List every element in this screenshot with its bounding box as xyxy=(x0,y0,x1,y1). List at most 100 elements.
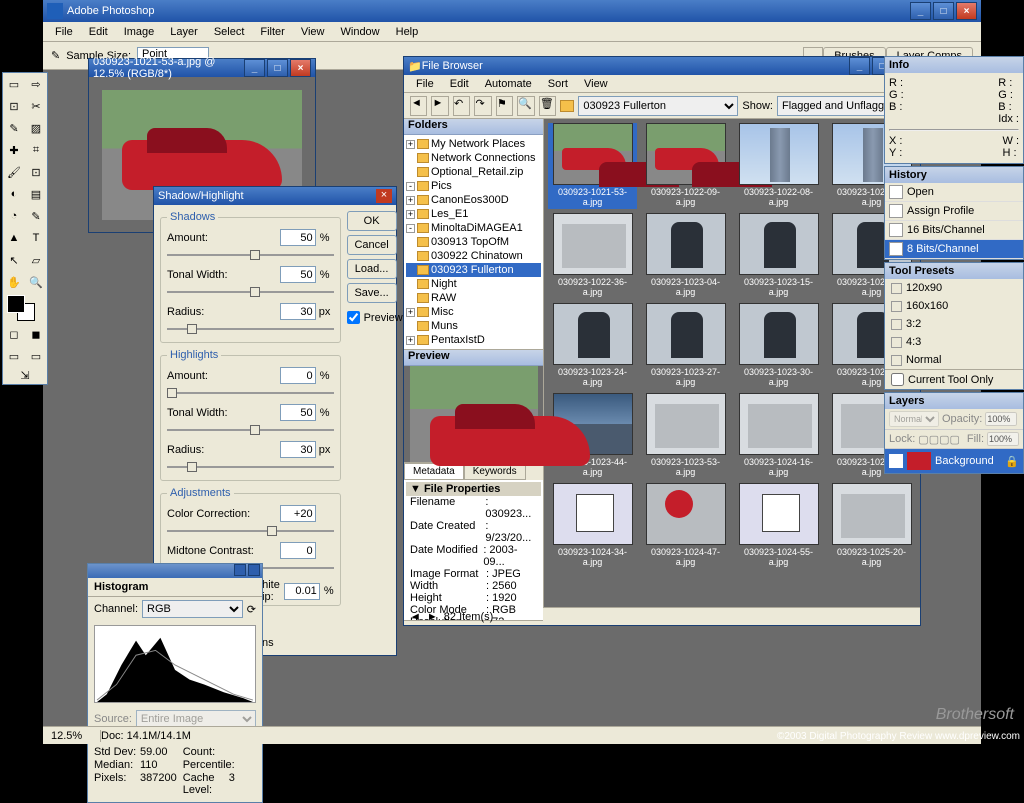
tool-12[interactable]: ◔ xyxy=(3,205,25,227)
color-correction-slider[interactable] xyxy=(167,524,334,538)
history-item[interactable]: 16 Bits/Channel xyxy=(885,221,1023,240)
thumbnail[interactable]: 030923-1022-09-a.jpg xyxy=(641,123,730,209)
fb-search-button[interactable]: 🔍 xyxy=(517,96,534,116)
fb-min[interactable]: _ xyxy=(849,57,870,75)
hl-tonal-slider[interactable] xyxy=(167,423,334,437)
fb-menu-view[interactable]: View xyxy=(576,76,616,92)
tool-1[interactable]: ⇨ xyxy=(25,73,47,95)
thumbnail[interactable]: 030923-1024-47-a.jpg xyxy=(641,483,730,569)
dialog-close-button[interactable]: × xyxy=(376,189,392,203)
tree-node[interactable]: RAW xyxy=(406,291,541,305)
tree-node[interactable]: 030913 TopOfM xyxy=(406,235,541,249)
fb-delete-button[interactable]: 🗑 xyxy=(539,96,556,116)
midtone-contrast-input[interactable] xyxy=(280,542,316,559)
tree-node[interactable]: Muns xyxy=(406,319,541,333)
shadows-radius-input[interactable] xyxy=(280,303,316,320)
thumbnail[interactable]: 030923-1025-20-a.jpg xyxy=(827,483,916,569)
fb-path-select[interactable]: 030923 Fullerton xyxy=(578,96,738,116)
tree-node[interactable]: -MinoltaDiMAGEA1 xyxy=(406,221,541,235)
tool-preset-item[interactable]: 4:3 xyxy=(885,333,1023,351)
maximize-button[interactable]: □ xyxy=(933,2,954,20)
thumbnail[interactable]: 030923-1022-08-a.jpg xyxy=(734,123,823,209)
tool-10[interactable]: ◐ xyxy=(3,183,25,205)
tool-11[interactable]: ▤ xyxy=(25,183,47,205)
ok-button[interactable]: OK xyxy=(347,211,397,231)
fb-menu-sort[interactable]: Sort xyxy=(540,76,576,92)
fb-menu-automate[interactable]: Automate xyxy=(477,76,540,92)
opacity-input[interactable] xyxy=(985,412,1017,426)
menu-file[interactable]: File xyxy=(47,24,81,40)
load-button[interactable]: Load... xyxy=(347,259,397,279)
titlebar[interactable]: Adobe Photoshop _ □ × xyxy=(43,0,981,22)
history-item[interactable]: Assign Profile xyxy=(885,202,1023,221)
thumbnail[interactable]: 030923-1023-24-a.jpg xyxy=(548,303,637,389)
white-clip-input[interactable] xyxy=(284,583,320,600)
tool-9[interactable]: ⊡ xyxy=(25,161,47,183)
hl-radius-input[interactable] xyxy=(280,441,316,458)
shadows-amount-input[interactable] xyxy=(280,229,316,246)
tool-13[interactable]: ✎ xyxy=(25,205,47,227)
thumbnail[interactable]: 030923-1023-15-a.jpg xyxy=(734,213,823,299)
quickmask-on-button[interactable]: ◼ xyxy=(25,323,47,345)
cancel-button[interactable]: Cancel xyxy=(347,235,397,255)
history-item[interactable]: Open xyxy=(885,183,1023,202)
tree-node[interactable]: -Pics xyxy=(406,179,541,193)
tool-15[interactable]: T xyxy=(25,227,47,249)
fb-menu-edit[interactable]: Edit xyxy=(442,76,477,92)
tree-node[interactable]: +PentaxIstD xyxy=(406,333,541,347)
thumbnail[interactable]: 030923-1021-53-a.jpg xyxy=(548,123,637,209)
shadows-radius-slider[interactable] xyxy=(167,322,334,336)
tool-16[interactable]: ↖ xyxy=(3,249,25,271)
fb-fwd-button[interactable]: ► xyxy=(431,96,448,116)
thumbnail[interactable]: 030923-1023-30-a.jpg xyxy=(734,303,823,389)
tree-node[interactable]: Optional_Retail.zip xyxy=(406,165,541,179)
close-button[interactable]: × xyxy=(956,2,977,20)
metadata-body[interactable]: ▼ File Properties Filename: 030923...Dat… xyxy=(404,480,543,620)
tool-preset-item[interactable]: 3:2 xyxy=(885,315,1023,333)
jump-to-button[interactable]: ⇲ xyxy=(3,367,47,384)
fb-menu-file[interactable]: File xyxy=(408,76,442,92)
preview-checkbox[interactable] xyxy=(347,311,360,324)
document-titlebar[interactable]: 030923-1021-53-a.jpg @ 12.5% (RGB/8*) _ … xyxy=(89,59,315,77)
menu-help[interactable]: Help xyxy=(388,24,427,40)
blend-mode-select[interactable]: Normal xyxy=(889,411,939,427)
tree-node[interactable]: 030923 Fullerton xyxy=(406,263,541,277)
color-correction-input[interactable] xyxy=(280,505,316,522)
thumbnail[interactable]: 030923-1024-16-a.jpg xyxy=(734,393,823,479)
doc-close-button[interactable]: × xyxy=(290,59,311,77)
tree-node[interactable]: Network Connections xyxy=(406,151,541,165)
tool-19[interactable]: 🔍 xyxy=(25,271,47,293)
minimize-button[interactable]: _ xyxy=(910,2,931,20)
thumbnails-pane[interactable]: 030923-1021-53-a.jpg030923-1022-09-a.jpg… xyxy=(544,119,920,607)
tool-5[interactable]: ▨ xyxy=(25,117,47,139)
shadows-tonal-slider[interactable] xyxy=(167,285,334,299)
doc-min-button[interactable]: _ xyxy=(244,59,265,77)
hl-amount-input[interactable] xyxy=(280,367,316,384)
hl-radius-slider[interactable] xyxy=(167,460,334,474)
menu-select[interactable]: Select xyxy=(206,24,253,40)
thumbnail[interactable]: 030923-1024-55-a.jpg xyxy=(734,483,823,569)
quickmask-button[interactable]: ◻ xyxy=(3,323,25,345)
tool-4[interactable]: ✎ xyxy=(3,117,25,139)
tool-3[interactable]: ✂ xyxy=(25,95,47,117)
thumbnail[interactable]: 030923-1023-27-a.jpg xyxy=(641,303,730,389)
tool-6[interactable]: ✚ xyxy=(3,139,25,161)
fill-input[interactable] xyxy=(987,432,1019,446)
menu-layer[interactable]: Layer xyxy=(162,24,206,40)
shadows-tonal-input[interactable] xyxy=(280,266,316,283)
tree-node[interactable]: +Les_E1 xyxy=(406,207,541,221)
dialog-titlebar[interactable]: Shadow/Highlight × xyxy=(154,187,396,205)
menu-window[interactable]: Window xyxy=(333,24,388,40)
tree-node[interactable]: +My Network Places xyxy=(406,137,541,151)
tree-node[interactable]: 030922 Chinatown xyxy=(406,249,541,263)
color-swatches[interactable] xyxy=(3,293,47,323)
layer-background[interactable]: Background🔒 xyxy=(885,449,1023,473)
fb-rotate-cw-button[interactable]: ↷ xyxy=(474,96,491,116)
save-button[interactable]: Save... xyxy=(347,283,397,303)
fb-flag-button[interactable]: ⚑ xyxy=(496,96,513,116)
tree-node[interactable]: +CanonEos300D xyxy=(406,193,541,207)
current-tool-only-checkbox[interactable] xyxy=(891,373,904,386)
zoom-level[interactable]: 12.5% xyxy=(47,730,101,742)
tool-8[interactable]: 🖌 xyxy=(3,161,25,183)
tool-preset-item[interactable]: 120x90 xyxy=(885,279,1023,297)
